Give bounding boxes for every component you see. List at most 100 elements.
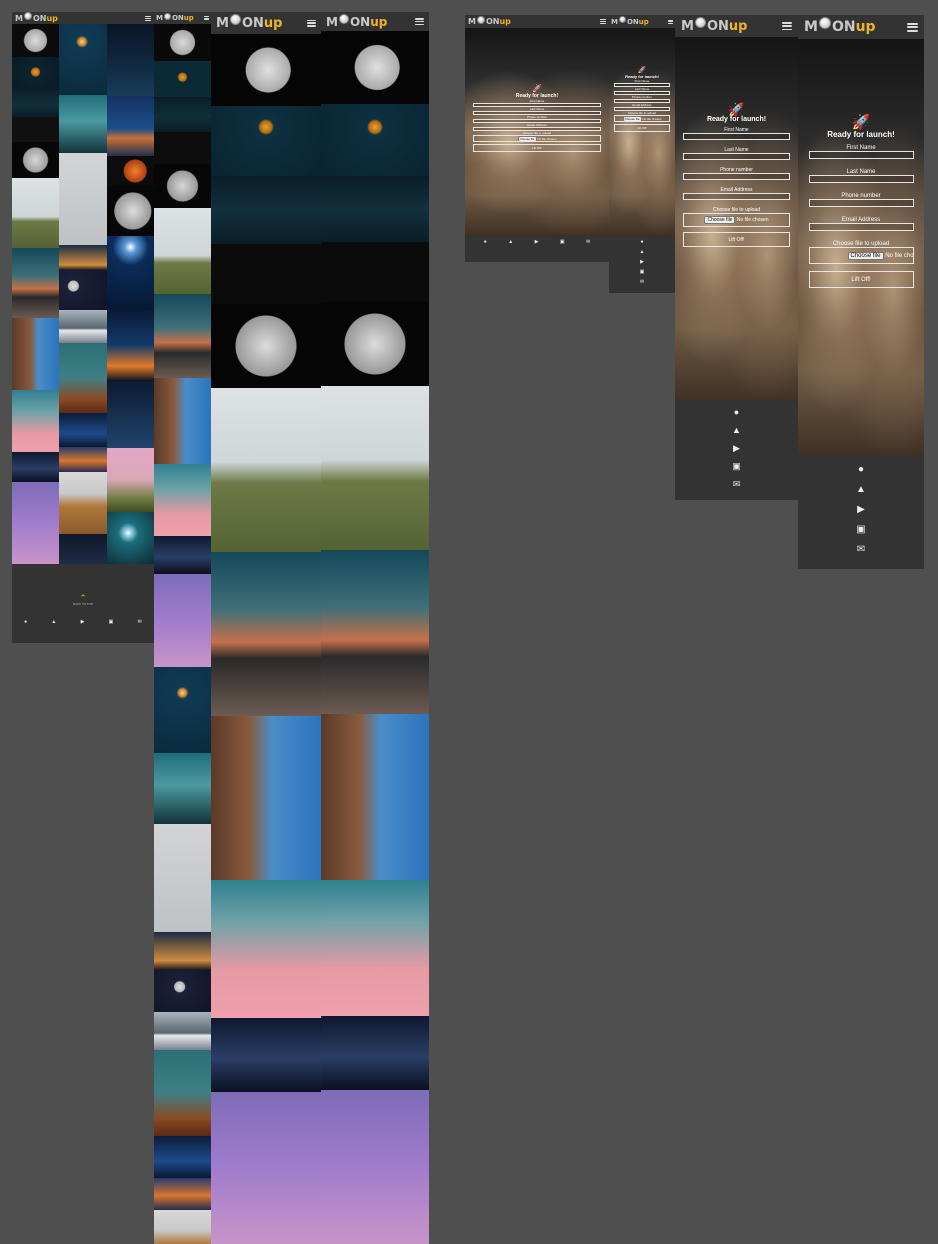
last-name-input[interactable] bbox=[683, 153, 790, 160]
photo-mountain[interactable] bbox=[154, 1012, 211, 1050]
phone-input[interactable] bbox=[683, 173, 790, 180]
photo-pink-clouds[interactable] bbox=[321, 880, 429, 1016]
photo-night-tree[interactable] bbox=[59, 534, 107, 564]
hamburger-menu-icon[interactable] bbox=[307, 19, 316, 27]
photo-crescent-road[interactable] bbox=[321, 550, 429, 714]
photo-streetlamp-moon[interactable] bbox=[154, 667, 211, 753]
photo-moon-reflection[interactable] bbox=[154, 97, 211, 132]
hamburger-menu-icon[interactable] bbox=[145, 15, 151, 21]
email-icon[interactable]: ✉ bbox=[138, 619, 142, 625]
photo-astronaut-sign[interactable] bbox=[211, 388, 321, 552]
photo-full-moon-2[interactable] bbox=[12, 142, 59, 178]
photo-lavender-sky[interactable] bbox=[12, 482, 59, 564]
file-upload-input[interactable]: Choose file No file chosen bbox=[473, 135, 601, 142]
logo[interactable]: M ON up bbox=[611, 16, 649, 26]
photo-opera-house[interactable] bbox=[107, 236, 154, 310]
photo-full-moon[interactable] bbox=[154, 24, 211, 61]
logo[interactable]: M ON up bbox=[468, 15, 511, 26]
instagram-icon[interactable]: ▣ bbox=[640, 267, 645, 277]
first-name-input[interactable] bbox=[683, 133, 790, 140]
choose-file-button[interactable]: Choose file bbox=[517, 136, 537, 141]
photo-astronaut-sign[interactable] bbox=[321, 386, 429, 550]
photo-moon-reflection[interactable] bbox=[12, 87, 59, 117]
logo[interactable]: M ON up bbox=[156, 12, 194, 22]
photo-mountain[interactable] bbox=[59, 310, 107, 343]
email-icon[interactable]: ✉ bbox=[640, 277, 644, 287]
photo-bar-sign[interactable] bbox=[154, 378, 211, 464]
hamburger-menu-icon[interactable] bbox=[415, 18, 424, 25]
photo-eclipse-phases[interactable] bbox=[321, 242, 429, 302]
photo-full-moon-3[interactable] bbox=[107, 186, 154, 236]
last-name-input[interactable] bbox=[808, 175, 914, 183]
twitter-icon[interactable]: ▲ bbox=[732, 421, 741, 439]
photo-bar-sign[interactable] bbox=[211, 716, 321, 880]
twitter-icon[interactable]: ▲ bbox=[508, 239, 513, 245]
twitter-icon[interactable]: ▲ bbox=[51, 619, 56, 625]
photo-golden-gate[interactable] bbox=[107, 96, 154, 156]
facebook-icon[interactable]: ● bbox=[858, 459, 864, 479]
photo-pink-clouds[interactable] bbox=[154, 464, 211, 536]
logo[interactable]: M ON up bbox=[216, 13, 282, 31]
lift-off-button[interactable]: Lift Off! bbox=[614, 124, 670, 132]
choose-file-button[interactable]: Choose file bbox=[847, 251, 884, 260]
photo-pier[interactable] bbox=[59, 413, 107, 447]
photo-desert-car[interactable] bbox=[59, 472, 107, 534]
photo-moon-reflection[interactable] bbox=[321, 176, 429, 242]
facebook-icon[interactable]: ● bbox=[484, 239, 487, 245]
photo-window-moon[interactable] bbox=[59, 270, 107, 310]
photo-crescent-road[interactable] bbox=[211, 552, 321, 716]
lift-off-button[interactable]: Lift Off! bbox=[473, 144, 601, 152]
photo-balloon[interactable] bbox=[321, 1016, 429, 1090]
email-input[interactable] bbox=[683, 193, 790, 200]
photo-orange-moon[interactable] bbox=[12, 57, 59, 87]
photo-balloon[interactable] bbox=[12, 452, 59, 482]
photo-crescent-road[interactable] bbox=[154, 294, 211, 378]
phone-input[interactable] bbox=[808, 199, 914, 207]
photo-eclipse-phases[interactable] bbox=[211, 244, 321, 304]
photo-eclipse-phases[interactable] bbox=[12, 117, 59, 142]
photo-airplane[interactable] bbox=[107, 380, 154, 448]
photo-window-moon[interactable] bbox=[154, 970, 211, 1012]
email-icon[interactable]: ✉ bbox=[586, 239, 590, 245]
youtube-icon[interactable]: ▶ bbox=[81, 619, 85, 625]
email-input[interactable] bbox=[808, 223, 914, 231]
file-upload-input[interactable]: Choose file No file chosen bbox=[683, 213, 790, 227]
photo-lavender-sky[interactable] bbox=[321, 1090, 429, 1244]
photo-eclipse-phases[interactable] bbox=[154, 132, 211, 164]
photo-full-moon[interactable] bbox=[211, 34, 321, 106]
photo-sunset-lake[interactable] bbox=[154, 1178, 211, 1210]
hamburger-menu-icon[interactable] bbox=[600, 19, 606, 24]
email-icon[interactable]: ✉ bbox=[857, 539, 865, 559]
photo-sea-figure[interactable] bbox=[154, 753, 211, 824]
hamburger-menu-icon[interactable] bbox=[668, 19, 673, 24]
choose-file-button[interactable]: Choose file bbox=[704, 216, 736, 224]
photo-sea-moon[interactable] bbox=[107, 512, 154, 564]
photo-city-night[interactable] bbox=[107, 24, 154, 96]
twitter-icon[interactable]: ▲ bbox=[640, 247, 645, 257]
logo[interactable]: M ON up bbox=[804, 17, 876, 35]
photo-moon-reflection[interactable] bbox=[211, 176, 321, 244]
photo-teal-foliage[interactable] bbox=[59, 343, 107, 413]
photo-bar-sign[interactable] bbox=[12, 318, 59, 390]
photo-desert-car[interactable] bbox=[154, 1210, 211, 1244]
photo-full-moon[interactable] bbox=[321, 31, 429, 104]
youtube-icon[interactable]: ▶ bbox=[535, 239, 539, 245]
photo-sunset-lake[interactable] bbox=[59, 447, 107, 472]
photo-lavender-sky[interactable] bbox=[154, 574, 211, 667]
email-icon[interactable]: ✉ bbox=[733, 475, 741, 493]
photo-blood-moon[interactable] bbox=[107, 156, 154, 186]
hamburger-menu-icon[interactable] bbox=[907, 22, 918, 32]
photo-balloon[interactable] bbox=[154, 536, 211, 574]
photo-orange-moon[interactable] bbox=[321, 104, 429, 176]
photo-pink-clouds[interactable] bbox=[12, 390, 59, 452]
hamburger-menu-icon[interactable] bbox=[782, 22, 792, 30]
facebook-icon[interactable]: ● bbox=[640, 237, 643, 247]
photo-balloon[interactable] bbox=[211, 1018, 321, 1092]
photo-pink-clouds[interactable] bbox=[211, 880, 321, 1018]
file-upload-input[interactable]: Choose file No file chosen bbox=[614, 115, 670, 122]
photo-tree-silhouette[interactable] bbox=[154, 932, 211, 970]
youtube-icon[interactable]: ▶ bbox=[733, 439, 740, 457]
photo-crescent-road[interactable] bbox=[12, 248, 59, 318]
facebook-icon[interactable]: ● bbox=[24, 619, 27, 625]
photo-full-moon[interactable] bbox=[12, 24, 59, 57]
